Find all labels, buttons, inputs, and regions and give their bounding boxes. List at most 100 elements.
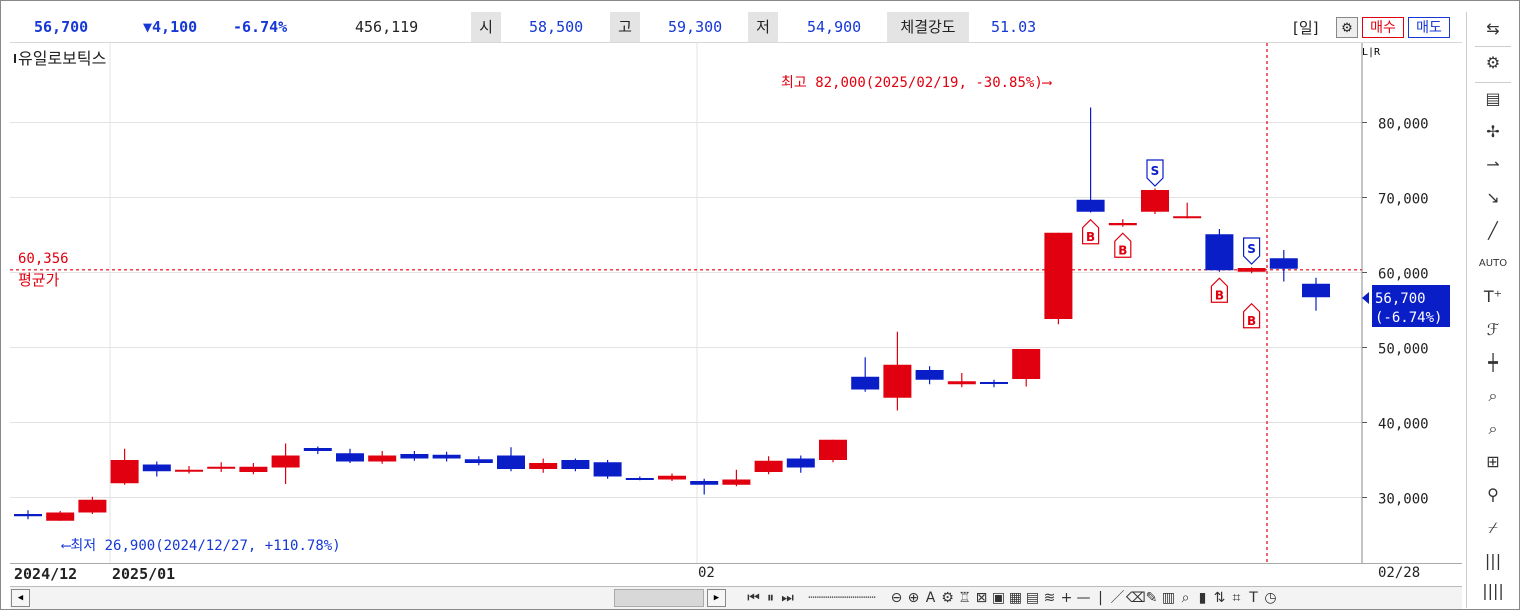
chart-type-icon[interactable]: ▤ xyxy=(1467,84,1519,114)
candle-body xyxy=(271,455,300,468)
candle-body xyxy=(690,481,719,485)
quote-header: 56,700 ▼4,100 -6.74% 456,119 시 58,500 고 … xyxy=(10,12,1462,43)
scroll-thumb[interactable] xyxy=(614,589,704,607)
crosshair-cursor-icon[interactable]: ✢ xyxy=(1467,117,1519,147)
candle-body xyxy=(14,514,42,517)
candle-body xyxy=(368,455,397,462)
eraser-icon[interactable]: ⌿ xyxy=(1467,513,1519,543)
image-icon[interactable]: ▤ xyxy=(1024,587,1041,609)
svg-text:B: B xyxy=(1086,230,1095,244)
template-icon[interactable]: ▣ xyxy=(990,587,1007,609)
candle-body xyxy=(754,460,783,472)
right-toolbar: ⇆ ⚙ ▤ ✢ ⇀ ↘ ╱ AUTO T⁺ ℱ ┿ ⌕ ⌕ ⊞ ⚲ ⌿ ||| … xyxy=(1466,12,1519,608)
high-annotation: 최고 82,000(2025/02/19, -30.85%)⟶ xyxy=(781,75,1053,91)
candle-body xyxy=(851,376,880,390)
search-icon[interactable]: ⌕ xyxy=(1177,587,1194,609)
marker-icon[interactable]: ▮ xyxy=(1194,587,1211,609)
trendline-tool-icon[interactable]: ╱ xyxy=(1467,216,1519,246)
change-percent: -6.74% xyxy=(233,18,288,36)
candle-body xyxy=(207,466,236,469)
scale-badge[interactable]: L|R xyxy=(1362,47,1381,58)
auto-trend-icon[interactable]: AUTO xyxy=(1467,249,1519,279)
candle-body xyxy=(1173,216,1202,219)
candle-body xyxy=(529,463,558,469)
stock-name: 유일로보틱스 xyxy=(18,49,106,68)
candle-body xyxy=(915,370,944,380)
chart-scrollbar[interactable]: ◀ ▶ ⏮ ⏸ ⏭ ┈┈┈┈┈┈┈┈ ⊖ ⊕ A ⚙ ♖ ⊠ ▣ ▦ ▤ ≋ + — | ／ ⌫✎ ▥ ⌕ ▮ ⇅ ⌗ T ◷ xyxy=(10,586,1462,609)
chart-icon[interactable]: ⊠ xyxy=(973,587,990,609)
candle-body xyxy=(46,512,75,521)
candle-body xyxy=(883,364,912,398)
candle-icon[interactable]: ┿ xyxy=(1467,348,1519,378)
zoom-list-icon[interactable]: ⌕ xyxy=(1467,414,1519,444)
signal-buy-marker: B xyxy=(1114,232,1132,258)
zoom-out-icon[interactable]: ⊖ xyxy=(888,587,905,609)
candle-body xyxy=(786,458,815,468)
scroll-right-arrow-icon[interactable]: ▶ xyxy=(707,589,726,607)
candle-body xyxy=(78,499,107,513)
refresh-icon[interactable]: ⇆ xyxy=(1467,14,1519,44)
fit-icon[interactable]: ⌗ xyxy=(1228,587,1245,609)
signal-buy-marker: B xyxy=(1242,302,1261,329)
average-price-value: 60,356 xyxy=(18,251,69,267)
sell-button[interactable]: 매도 xyxy=(1408,17,1450,38)
text-icon[interactable]: T xyxy=(1245,587,1262,609)
candle-body xyxy=(1044,232,1073,319)
candle-body xyxy=(1237,268,1266,272)
candle-body xyxy=(1108,223,1137,226)
zoom-in-icon[interactable]: ⊕ xyxy=(905,587,922,609)
open-label: 시 xyxy=(471,12,501,42)
candle-body xyxy=(819,439,847,460)
save-icon[interactable]: ▥ xyxy=(1160,587,1177,609)
signal-sell-marker: S xyxy=(1242,237,1261,265)
zoom-slider[interactable]: ┈┈┈┈┈┈┈┈ xyxy=(796,587,888,609)
last-icon[interactable]: ⏭ xyxy=(779,587,796,609)
text-tool-icon[interactable]: T⁺ xyxy=(1467,282,1519,312)
high-value: 59,300 xyxy=(668,18,723,36)
rows-icon[interactable]: |||| xyxy=(1467,576,1519,606)
open-value: 58,500 xyxy=(529,18,584,36)
pause-icon[interactable]: ⏸ xyxy=(762,587,779,609)
first-icon[interactable]: ⏮ xyxy=(745,587,762,609)
svg-text:S: S xyxy=(1151,164,1160,178)
candle-body xyxy=(947,381,976,385)
current-price-tag-pct: (-6.74%) xyxy=(1375,310,1442,326)
vline-tool-icon[interactable]: ↘ xyxy=(1467,183,1519,213)
swap-icon[interactable]: ⇅ xyxy=(1211,587,1228,609)
price-chart[interactable]: B B S B S B 30,000 40,000 50,000 60,000 70,000 80,… xyxy=(10,43,1462,563)
candle-body xyxy=(303,448,332,451)
date-label-2024-12: 2024/12 xyxy=(14,565,78,583)
trendline-icon[interactable]: ／ xyxy=(1109,587,1126,609)
zoom-area-icon[interactable]: ⊞ xyxy=(1467,447,1519,477)
fibonacci-icon[interactable]: ℱ xyxy=(1467,315,1519,345)
svg-text:B: B xyxy=(1118,243,1127,257)
hline-tool-icon[interactable]: ⇀ xyxy=(1467,150,1519,180)
current-price-tag: 56,700 (-6.74%) xyxy=(1362,285,1450,327)
signal-sell-marker: S xyxy=(1146,159,1164,187)
date-label-2025-01: 2025/01 xyxy=(112,565,176,583)
svg-text:S: S xyxy=(1247,242,1256,256)
draw-icon[interactable]: ✎ xyxy=(1143,587,1160,609)
strength-label: 체결강도 xyxy=(887,12,969,42)
columns-icon[interactable]: ||| xyxy=(1467,546,1519,576)
scroll-left-arrow-icon[interactable]: ◀ xyxy=(11,589,30,607)
crosshair-icon[interactable]: + xyxy=(1058,587,1075,609)
eraser-icon[interactable]: ⌫ xyxy=(1126,587,1146,609)
wave-icon[interactable]: ≋ xyxy=(1041,587,1058,609)
period-selector[interactable]: [일] xyxy=(1293,17,1319,38)
magnet-icon[interactable]: ⚲ xyxy=(1467,480,1519,510)
hline-icon[interactable]: — xyxy=(1075,587,1092,609)
zoom-info-icon[interactable]: ⌕ xyxy=(1467,381,1519,411)
gear-icon[interactable]: ⚙ xyxy=(939,587,956,609)
table-icon[interactable]: ▦ xyxy=(1007,587,1024,609)
buy-button[interactable]: 매수 xyxy=(1362,17,1404,38)
y-tick-label: 30,000 xyxy=(1378,492,1429,508)
y-tick-label: 70,000 xyxy=(1378,192,1429,208)
indicator-icon[interactable]: ♖ xyxy=(956,587,973,609)
gear-icon[interactable]: ⚙ xyxy=(1467,48,1519,78)
font-icon[interactable]: A xyxy=(922,587,939,609)
vline-icon[interactable]: | xyxy=(1092,587,1109,609)
clock-icon[interactable]: ◷ xyxy=(1262,587,1279,609)
settings-gear-icon[interactable]: ⚙ xyxy=(1336,17,1358,38)
candle-body xyxy=(1302,283,1330,298)
